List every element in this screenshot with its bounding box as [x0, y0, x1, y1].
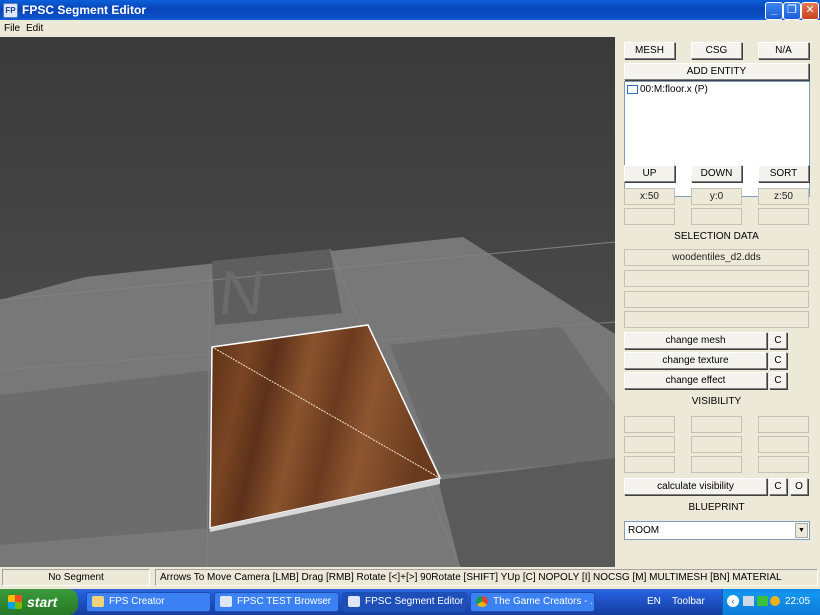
chevron-down-icon[interactable]: ▼	[795, 523, 808, 538]
clear-effect-button[interactable]: C	[769, 372, 787, 389]
list-item[interactable]: 00:M:floor.x (P)	[627, 84, 708, 95]
clock[interactable]: 22:05	[785, 596, 810, 607]
visibility-field[interactable]	[758, 436, 809, 453]
clear-visibility-button[interactable]: C	[769, 478, 787, 495]
entity-label: 00:M:floor.x (P)	[640, 84, 708, 95]
change-mesh-button[interactable]: change mesh	[624, 332, 767, 349]
empty-field[interactable]	[758, 208, 809, 225]
add-entity-button[interactable]: ADD ENTITY	[624, 63, 809, 80]
start-button[interactable]: start	[0, 589, 78, 615]
visibility-field[interactable]	[691, 456, 742, 473]
selection-field[interactable]	[624, 311, 809, 328]
visibility-field[interactable]	[624, 436, 675, 453]
mesh-button[interactable]: MESH	[624, 42, 675, 59]
na-button[interactable]: N/A	[758, 42, 809, 59]
visibility-field[interactable]	[624, 416, 675, 433]
blueprint-select[interactable]: ROOM ▼	[624, 521, 810, 540]
toolbar-label[interactable]: Toolbar	[672, 596, 705, 607]
task-fps-creator[interactable]: FPS Creator	[86, 592, 211, 612]
visibility-field[interactable]	[691, 416, 742, 433]
status-bar: No Segment Arrows To Move Camera [LMB] D…	[0, 567, 820, 589]
menu-bar: File Edit	[0, 20, 820, 37]
blueprint-heading: BLUEPRINT	[688, 502, 745, 513]
visibility-field[interactable]	[758, 456, 809, 473]
task-fpsc-test-browser[interactable]: FPSC TEST Browser	[214, 592, 339, 612]
fpsc-icon	[220, 596, 232, 607]
system-tray: ‹ 22:05	[722, 589, 820, 615]
floor-tile-left	[0, 370, 212, 545]
controls-help: Arrows To Move Camera [LMB] Drag [RMB] R…	[155, 569, 818, 586]
empty-field[interactable]	[624, 208, 675, 225]
taskbar: start FPS Creator FPSC TEST Browser FPSC…	[0, 589, 820, 615]
empty-field[interactable]	[691, 208, 742, 225]
selection-field[interactable]	[624, 270, 809, 287]
clear-mesh-button[interactable]: C	[769, 332, 787, 349]
shield-icon[interactable]	[770, 596, 780, 606]
selection-field-texture[interactable]: woodentiles_d2.dds	[624, 249, 809, 266]
occlusion-button[interactable]: O	[790, 478, 808, 495]
visibility-field[interactable]	[691, 436, 742, 453]
language-indicator[interactable]: EN	[647, 596, 661, 607]
title-bar: FP FPSC Segment Editor _ ❐ ✕	[0, 0, 820, 20]
checkbox-icon[interactable]	[627, 84, 638, 94]
network-icon[interactable]	[757, 596, 768, 606]
compass-letter: N	[216, 259, 268, 328]
task-game-creators[interactable]: The Game Creators - ...	[470, 592, 595, 612]
close-button[interactable]: ✕	[801, 2, 819, 20]
x-coord-field[interactable]: x:50	[624, 188, 675, 205]
restore-button[interactable]: ❐	[783, 2, 801, 20]
visibility-heading: VISIBILITY	[691, 396, 742, 407]
minimize-button[interactable]: _	[765, 2, 783, 20]
change-effect-button[interactable]: change effect	[624, 372, 767, 389]
csg-button[interactable]: CSG	[691, 42, 742, 59]
visibility-field[interactable]	[758, 416, 809, 433]
segment-status: No Segment	[2, 569, 150, 586]
selection-data-heading: SELECTION DATA	[674, 231, 759, 242]
chrome-icon	[476, 596, 488, 607]
fpsc-icon	[348, 596, 360, 607]
z-coord-field[interactable]: z:50	[758, 188, 809, 205]
visibility-field[interactable]	[624, 456, 675, 473]
window-title: FPSC Segment Editor	[22, 3, 147, 17]
change-texture-button[interactable]: change texture	[624, 352, 767, 369]
task-fpsc-segment-editor[interactable]: FPSC Segment Editor	[342, 592, 467, 612]
3d-viewport[interactable]: N	[0, 37, 615, 567]
segment-panel: MESH CSG N/A ADD ENTITY 00:M:floor.x (P)…	[615, 37, 820, 567]
menu-file[interactable]: File	[4, 23, 20, 34]
calculate-visibility-button[interactable]: calculate visibility	[624, 478, 767, 495]
menu-edit[interactable]: Edit	[26, 23, 43, 34]
up-button[interactable]: UP	[624, 165, 675, 182]
viewport-scene[interactable]: N	[0, 37, 615, 567]
monitor-icon[interactable]	[743, 596, 754, 606]
clear-texture-button[interactable]: C	[769, 352, 787, 369]
chevron-left-icon[interactable]: ‹	[727, 595, 739, 607]
windows-logo-icon	[8, 595, 22, 609]
folder-icon	[92, 596, 104, 607]
selection-field[interactable]	[624, 291, 809, 308]
y-coord-field[interactable]: y:0	[691, 188, 742, 205]
blueprint-value: ROOM	[628, 525, 660, 536]
fpsc-icon: FP	[3, 3, 18, 18]
sort-button[interactable]: SORT	[758, 165, 809, 182]
down-button[interactable]: DOWN	[691, 165, 742, 182]
